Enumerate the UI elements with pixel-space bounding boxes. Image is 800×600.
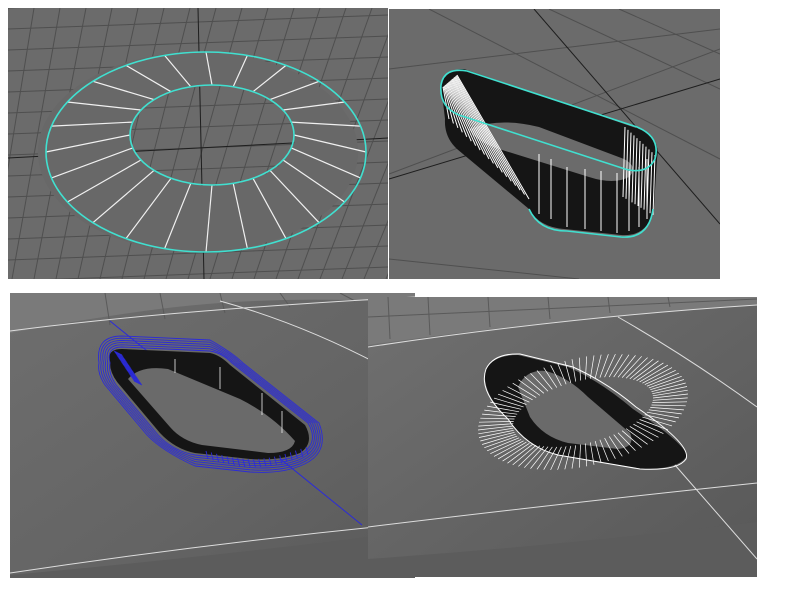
ring-scene <box>8 8 388 279</box>
viewport-slot-cut-wire[interactable] <box>10 293 415 578</box>
slot-band-scene <box>389 9 720 279</box>
slot-cut-wire-scene <box>10 293 415 578</box>
slot-cut-dense-scene <box>368 297 757 577</box>
viewport-ring-top[interactable] <box>8 8 388 279</box>
viewport-slot-cut-dense[interactable] <box>368 297 757 577</box>
viewport-slot-band[interactable] <box>389 9 720 279</box>
